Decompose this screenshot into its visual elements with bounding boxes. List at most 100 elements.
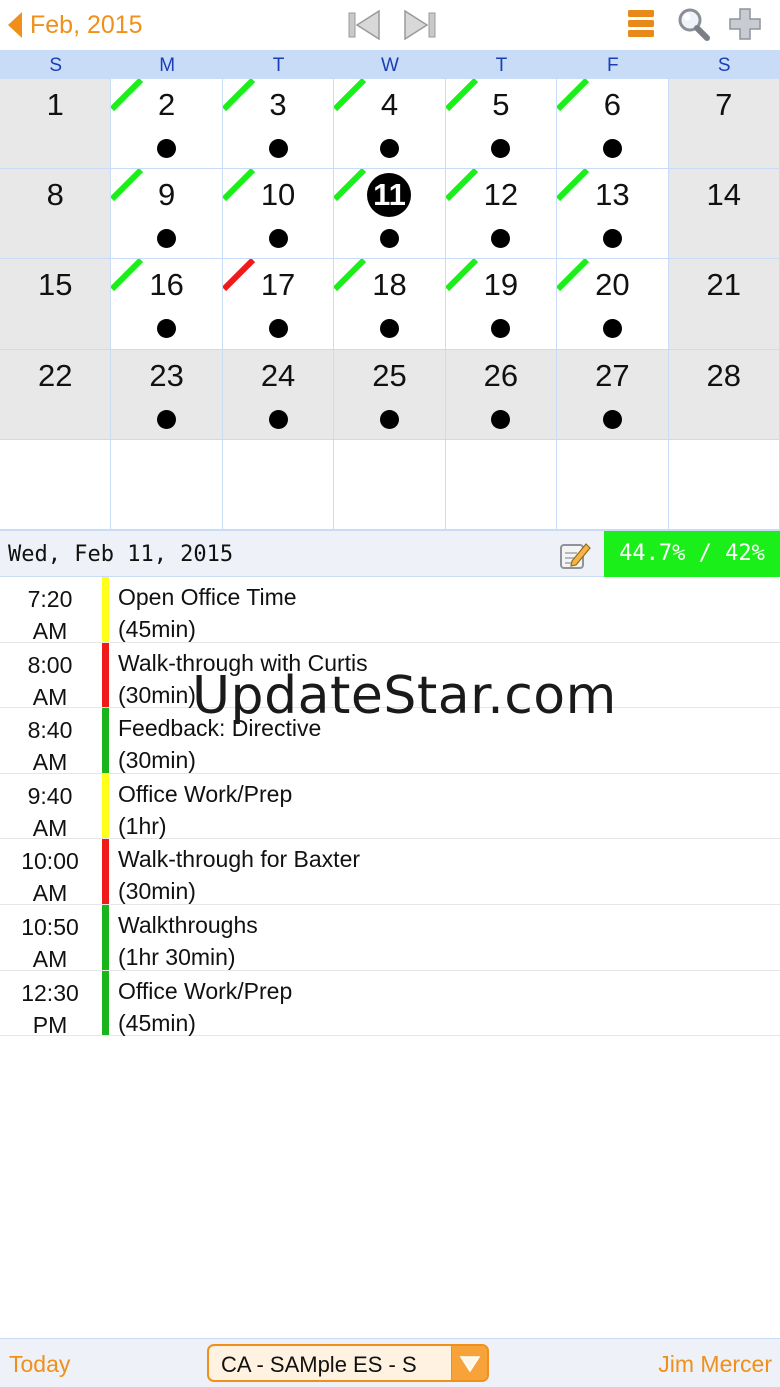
calendar-day-cell[interactable]: 3: [222, 79, 335, 170]
event-title: Feedback: Directive: [118, 715, 322, 742]
footer-bar: Today CA - SAMple ES - S Jim Mercer: [0, 1338, 780, 1387]
calendar-day-cell[interactable]: 25: [334, 349, 446, 440]
event-time: 10:50 AM: [0, 911, 100, 975]
weekday-label: T: [272, 55, 285, 76]
calendar-day-cell[interactable]: 8: [0, 169, 112, 260]
event-time-value: 8:00: [27, 651, 73, 678]
event-time: 9:40 AM: [0, 780, 100, 844]
event-dot-icon: [602, 229, 622, 249]
weekday-header: S M T W T F S: [0, 50, 780, 79]
calendar-day-cell[interactable]: 9: [111, 169, 223, 260]
weekday-label: W: [381, 55, 399, 76]
calendar-day-cell[interactable]: 19: [445, 259, 558, 350]
calendar-day-cell[interactable]: 1: [0, 79, 112, 170]
add-icon[interactable]: [728, 6, 762, 42]
day-number: 6: [603, 87, 621, 122]
calendar-day-cell[interactable]: 16: [111, 259, 223, 350]
event-dot-icon: [268, 139, 288, 158]
calendar-selector-dropdown[interactable]: CA - SAMple ES - S: [207, 1344, 489, 1382]
edit-note-icon[interactable]: [558, 539, 592, 571]
event-title: Walk-through with Curtis: [118, 649, 368, 676]
event-row[interactable]: 8:00 AM Walk-through with Curtis (30min): [0, 642, 780, 710]
header-actions: [624, 6, 762, 42]
day-number: 27: [595, 357, 630, 393]
weekday-label: T: [495, 55, 508, 76]
calendar-empty-cell: [111, 439, 223, 530]
event-color-bar: [102, 642, 109, 708]
calendar-day-cell[interactable]: 23: [111, 349, 223, 440]
event-time-value: 8:40: [27, 717, 73, 744]
search-icon[interactable]: [676, 6, 710, 42]
today-button[interactable]: Today: [9, 1351, 70, 1378]
calendar-day-cell[interactable]: 26: [445, 349, 558, 440]
calendar-day-cell[interactable]: 4: [334, 79, 446, 170]
calendar-day-cell[interactable]: 14: [668, 169, 780, 260]
event-duration: (45min): [118, 616, 196, 642]
event-row[interactable]: 10:00 AM Walk-through for Baxter (30min): [0, 839, 780, 906]
day-number: 5: [492, 87, 510, 122]
event-dot-icon: [157, 319, 177, 339]
calendar-day-cell[interactable]: 28: [668, 349, 780, 440]
calendar-empty-cell: [334, 439, 446, 530]
app-root: Feb, 2015 S M T W T F S 1 2 3 4 5 6 7 8 …: [0, 0, 780, 1387]
calendar-day-cell[interactable]: 2: [111, 79, 223, 170]
weekday-label: S: [717, 55, 731, 76]
month-back-button[interactable]: Feb, 2015: [8, 8, 143, 42]
day-number: 8: [46, 177, 64, 213]
day-number: 14: [706, 177, 741, 213]
event-dot-icon: [491, 409, 511, 429]
event-dot-icon: [268, 319, 288, 339]
calendar-day-cell[interactable]: 7: [668, 79, 780, 170]
event-dot-icon: [268, 409, 288, 429]
day-number: 2: [158, 87, 176, 122]
prev-week-icon[interactable]: [348, 8, 382, 42]
calendar-selector-label: CA - SAMple ES - S: [221, 1352, 417, 1377]
calendar-day-cell[interactable]: 6: [557, 79, 669, 170]
day-number: 7: [715, 87, 733, 122]
calendar-day-cell[interactable]: 22: [0, 349, 112, 440]
day-number: 19: [483, 267, 519, 303]
event-dot-icon: [157, 409, 177, 429]
calendar-empty-cell: [668, 439, 780, 530]
day-number: 17: [260, 267, 296, 303]
calendar-day-cell[interactable]: 21: [668, 259, 780, 350]
calendar-day-cell[interactable]: 12: [445, 169, 558, 260]
event-duration: (45min): [118, 1009, 196, 1036]
day-number: 15: [37, 267, 73, 303]
status-mark-green: [334, 169, 367, 202]
event-duration: (30min): [118, 878, 196, 905]
calendar-day-cell[interactable]: 15: [0, 259, 112, 350]
next-week-icon[interactable]: [402, 8, 436, 42]
day-number: 3: [269, 87, 287, 122]
weekday-label: S: [49, 55, 63, 76]
event-row[interactable]: 9:40 AM Office Work/Prep (1hr): [0, 773, 780, 841]
back-arrow-icon: [8, 12, 22, 38]
calendar-day-cell[interactable]: 10: [222, 169, 335, 260]
calendar-day-cell[interactable]: 20: [557, 259, 669, 350]
user-name-button[interactable]: Jim Mercer: [658, 1351, 772, 1378]
event-color-bar: [102, 904, 109, 970]
calendar-day-cell[interactable]: 18: [334, 259, 446, 350]
event-dot-icon: [379, 139, 399, 158]
calendar-day-cell[interactable]: 24: [222, 349, 335, 440]
dropdown-arrow-icon: [451, 1346, 487, 1380]
event-duration: (1hr 30min): [118, 943, 236, 970]
calendar-empty-cell: [222, 439, 335, 530]
calendar-day-cell[interactable]: 11: [334, 169, 446, 260]
events-list: 7:20 AM Open Office Time (45min) 8:00 AM Walk-…: [0, 577, 780, 1038]
event-row[interactable]: 8:40 AM Feedback: Directive (30min): [0, 708, 780, 775]
calendar-day-cell[interactable]: 5: [445, 79, 558, 170]
selected-day-bar: Wed, Feb 11, 2015 44.7% / 42%: [0, 530, 780, 577]
month-label: Feb, 2015: [30, 10, 143, 39]
event-row[interactable]: 7:20 AM Open Office Time (45min): [0, 577, 780, 644]
selected-date-label: Wed, Feb 11, 2015: [8, 542, 234, 567]
calendar-day-cell[interactable]: 17: [222, 259, 335, 350]
event-dot-icon: [379, 229, 399, 249]
event-row[interactable]: 10:50 AM Walkthroughs (1hr 30min): [0, 904, 780, 972]
calendar-empty-cell: [0, 439, 112, 530]
calendar-day-cell[interactable]: 13: [557, 169, 669, 260]
calendar-day-cell[interactable]: 27: [557, 349, 669, 440]
list-view-icon[interactable]: [624, 6, 658, 42]
event-dot-icon: [602, 409, 622, 429]
event-row[interactable]: 12:30 PM Office Work/Prep (45min): [0, 970, 780, 1038]
